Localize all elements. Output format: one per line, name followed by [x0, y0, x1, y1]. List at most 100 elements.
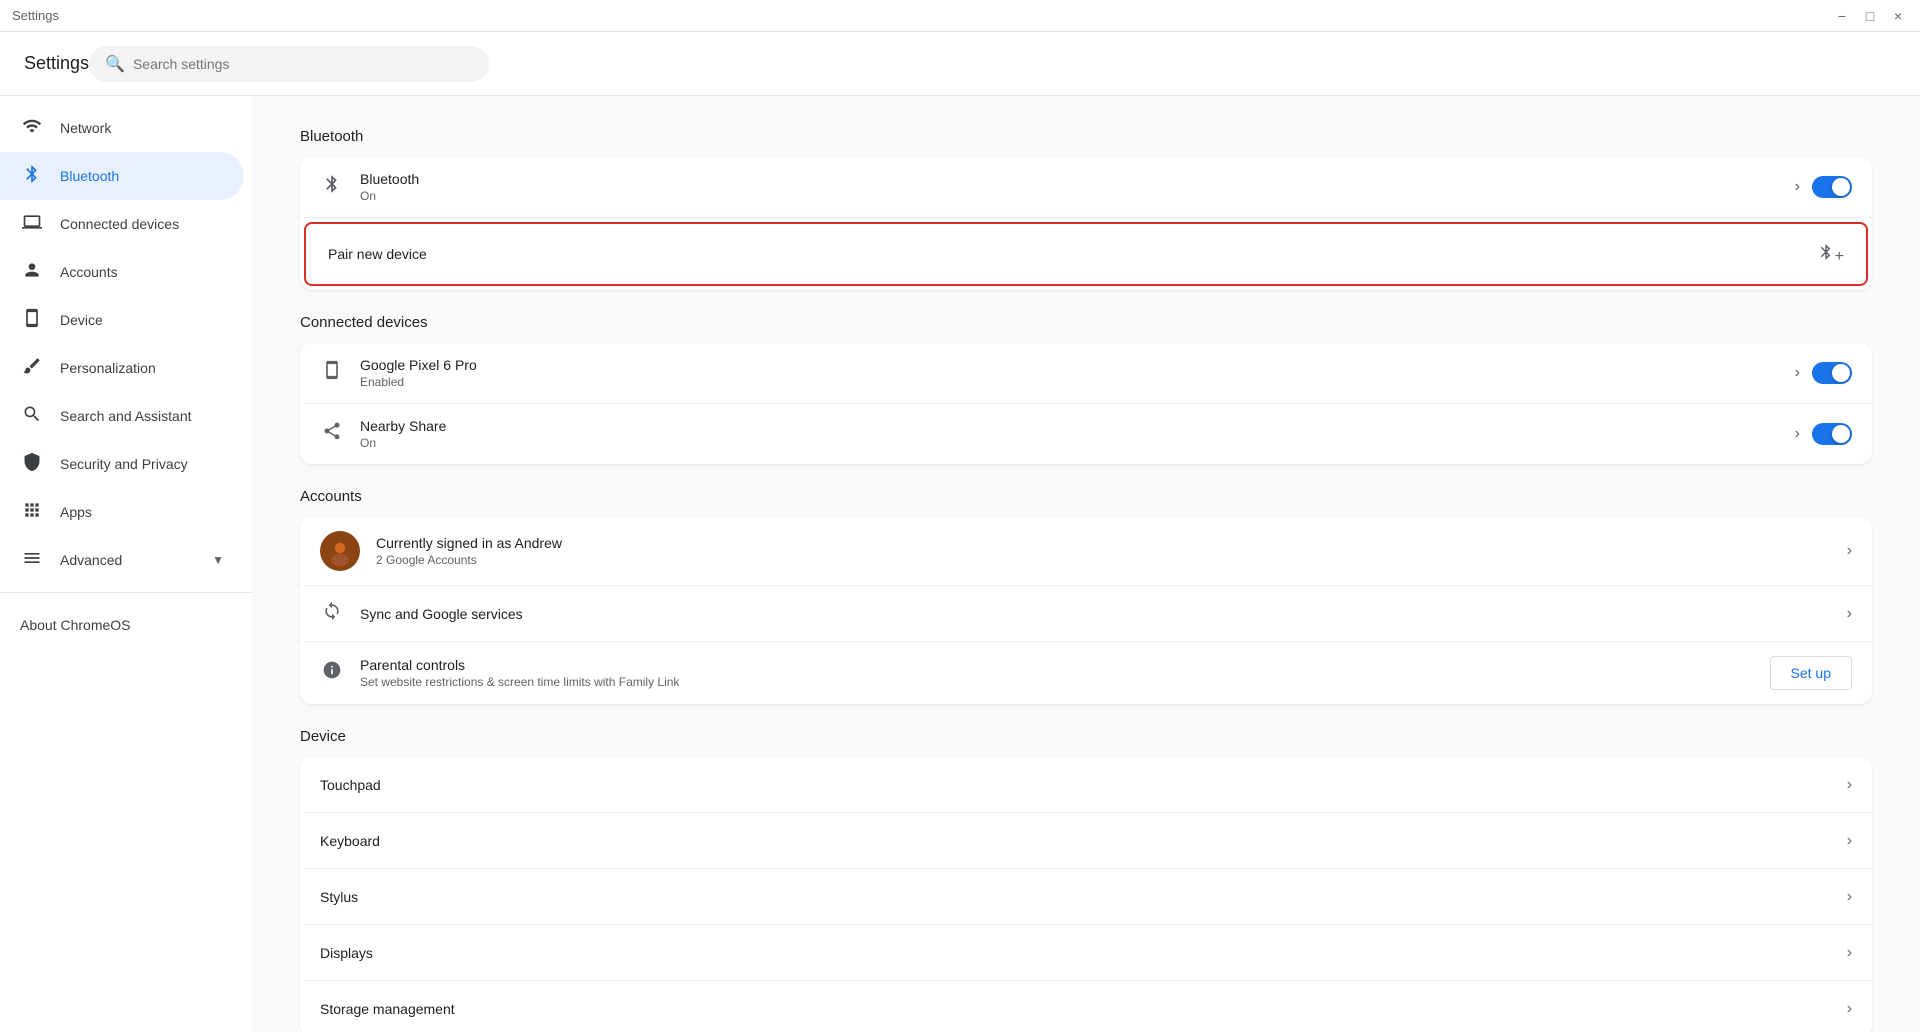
keyboard-row[interactable]: Keyboard ›	[300, 813, 1872, 869]
personalization-icon	[20, 356, 44, 381]
bluetooth-row-right: ›	[1795, 176, 1852, 198]
pair-device-row[interactable]: Pair new device +	[308, 226, 1864, 282]
sidebar-item-personalization-label: Personalization	[60, 360, 156, 376]
sidebar-item-search[interactable]: Search and Assistant	[0, 392, 244, 440]
sidebar-item-network[interactable]: Network	[0, 104, 244, 152]
bluetooth-toggle[interactable]	[1812, 176, 1852, 198]
close-button[interactable]: ×	[1888, 6, 1908, 26]
sidebar-item-connected-devices[interactable]: Connected devices	[0, 200, 244, 248]
parental-controls-row[interactable]: Parental controls Set website restrictio…	[300, 642, 1872, 704]
advanced-left: Advanced	[20, 548, 122, 573]
bluetooth-row-title: Bluetooth	[360, 171, 1795, 187]
security-icon	[20, 452, 44, 477]
pixel-toggle[interactable]	[1812, 362, 1852, 384]
sidebar-item-security[interactable]: Security and Privacy	[0, 440, 244, 488]
device-section-title: Device	[300, 728, 1872, 745]
nearby-share-title: Nearby Share	[360, 418, 1795, 434]
pixel-row-subtitle: Enabled	[360, 375, 1795, 389]
sync-chevron-icon: ›	[1847, 605, 1852, 623]
sidebar-divider	[0, 592, 252, 601]
pair-device-highlighted[interactable]: Pair new device +	[304, 222, 1868, 286]
advanced-arrow-icon: ▼	[212, 553, 224, 567]
bluetooth-toggle-row[interactable]: Bluetooth On ›	[300, 157, 1872, 218]
sidebar-item-device[interactable]: Device	[0, 296, 244, 344]
pair-device-title: Pair new device	[328, 246, 1817, 262]
nearby-share-toggle[interactable]	[1812, 423, 1852, 445]
sync-row-content: Sync and Google services	[360, 606, 1847, 622]
sidebar-item-advanced[interactable]: Advanced ▼	[0, 536, 244, 584]
stylus-row[interactable]: Stylus ›	[300, 869, 1872, 925]
window-controls: − □ ×	[1832, 6, 1908, 26]
sidebar-item-about[interactable]: About ChromeOS	[0, 601, 244, 649]
device-icon	[20, 308, 44, 333]
sidebar-item-apps[interactable]: Apps	[0, 488, 244, 536]
storage-title: Storage management	[320, 1001, 1847, 1017]
touchpad-row[interactable]: Touchpad ›	[300, 757, 1872, 813]
displays-content: Displays	[320, 945, 1847, 961]
account-row-content: Currently signed in as Andrew 2 Google A…	[376, 535, 1847, 567]
nearby-share-chevron-icon: ›	[1795, 425, 1800, 443]
touchpad-chevron-icon: ›	[1847, 776, 1852, 794]
displays-row[interactable]: Displays ›	[300, 925, 1872, 981]
apps-icon	[20, 500, 44, 525]
accounts-card: Currently signed in as Andrew 2 Google A…	[300, 517, 1872, 704]
device-card: Touchpad › Keyboard › Stylus › Displays	[300, 757, 1872, 1032]
storage-chevron-icon: ›	[1847, 1000, 1852, 1018]
bluetooth-scanning-icon: +	[1817, 243, 1844, 266]
bluetooth-row-icon	[320, 174, 344, 200]
parental-controls-title: Parental controls	[360, 657, 1770, 673]
search-bar[interactable]: 🔍	[89, 46, 489, 82]
bluetooth-chevron-icon: ›	[1795, 178, 1800, 196]
setup-button[interactable]: Set up	[1770, 656, 1852, 690]
bluetooth-row-content: Bluetooth On	[360, 171, 1795, 203]
pixel-row-right: ›	[1795, 362, 1852, 384]
minimize-button[interactable]: −	[1832, 6, 1852, 26]
search-assistant-icon	[20, 404, 44, 429]
touchpad-title: Touchpad	[320, 777, 1847, 793]
connected-devices-card: Google Pixel 6 Pro Enabled › Nearby Shar…	[300, 343, 1872, 464]
stylus-chevron-icon: ›	[1847, 888, 1852, 906]
search-icon: 🔍	[105, 54, 125, 74]
parental-controls-subtitle: Set website restrictions & screen time l…	[360, 675, 1770, 689]
displays-chevron-icon: ›	[1847, 944, 1852, 962]
nearby-share-icon	[320, 421, 344, 447]
pixel-row[interactable]: Google Pixel 6 Pro Enabled ›	[300, 343, 1872, 404]
phone-icon	[320, 360, 344, 386]
pair-device-right: +	[1817, 243, 1844, 266]
bluetooth-row-subtitle: On	[360, 189, 1795, 203]
sidebar-item-security-label: Security and Privacy	[60, 456, 188, 472]
account-count-label: 2 Google Accounts	[376, 553, 1847, 567]
bluetooth-section-title: Bluetooth	[300, 128, 1872, 145]
accounts-icon	[20, 260, 44, 285]
maximize-button[interactable]: □	[1860, 6, 1880, 26]
bluetooth-icon	[20, 164, 44, 189]
main-content: Bluetooth Bluetooth On ›	[252, 96, 1920, 1032]
storage-row[interactable]: Storage management ›	[300, 981, 1872, 1032]
bluetooth-card: Bluetooth On › Pair new device +	[300, 157, 1872, 290]
accounts-section-title: Accounts	[300, 488, 1872, 505]
pair-device-content: Pair new device	[328, 246, 1817, 262]
nearby-share-row-content: Nearby Share On	[360, 418, 1795, 450]
sync-row-title: Sync and Google services	[360, 606, 1847, 622]
sidebar-item-advanced-label: Advanced	[60, 552, 122, 568]
account-row[interactable]: Currently signed in as Andrew 2 Google A…	[300, 517, 1872, 586]
sidebar-item-accounts[interactable]: Accounts	[0, 248, 244, 296]
sidebar-item-apps-label: Apps	[60, 504, 92, 520]
sidebar-item-about-label: About ChromeOS	[20, 617, 131, 633]
sync-row[interactable]: Sync and Google services ›	[300, 586, 1872, 642]
parental-controls-icon	[320, 660, 344, 686]
sidebar-item-network-label: Network	[60, 120, 111, 136]
sidebar-item-connected-devices-label: Connected devices	[60, 216, 179, 232]
user-avatar	[320, 531, 360, 571]
connected-devices-section-title: Connected devices	[300, 314, 1872, 331]
search-input[interactable]	[133, 56, 473, 72]
account-chevron-icon: ›	[1847, 542, 1852, 560]
sidebar-item-personalization[interactable]: Personalization	[0, 344, 244, 392]
storage-content: Storage management	[320, 1001, 1847, 1017]
app-container: Network Bluetooth Connected devices Acco…	[0, 96, 1920, 1032]
sidebar-item-bluetooth[interactable]: Bluetooth	[0, 152, 244, 200]
sidebar-item-search-label: Search and Assistant	[60, 408, 192, 424]
stylus-content: Stylus	[320, 889, 1847, 905]
nearby-share-row[interactable]: Nearby Share On ›	[300, 404, 1872, 464]
sidebar: Network Bluetooth Connected devices Acco…	[0, 96, 252, 1032]
